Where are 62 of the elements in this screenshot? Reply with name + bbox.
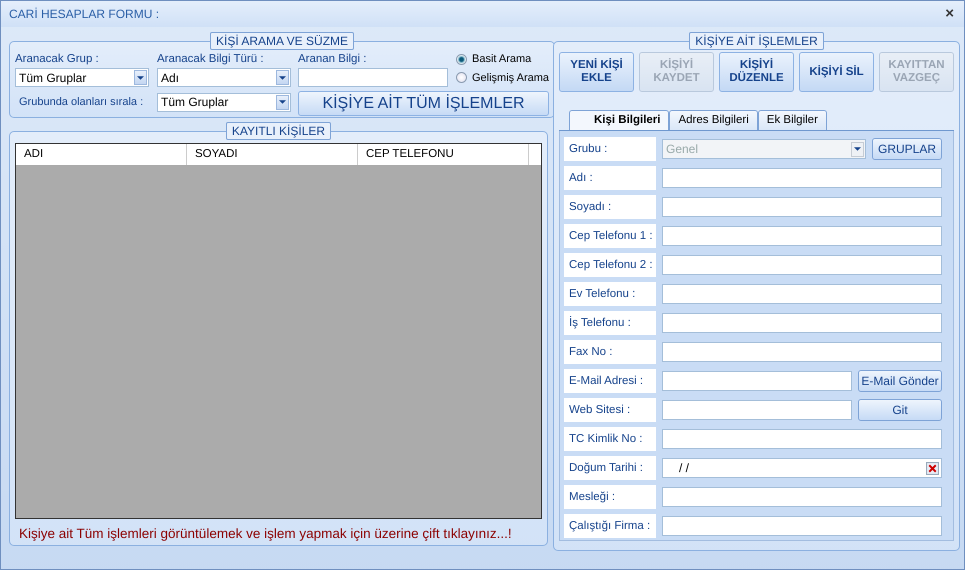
hint-text: Kişiye ait Tüm işlemleri görüntülemek ve işlem yapmak için üzerine çift tıklayınız...! xyxy=(18,525,513,541)
input-field[interactable] xyxy=(662,371,852,391)
column-header[interactable]: SOYADI xyxy=(187,144,358,165)
input-field[interactable] xyxy=(662,168,942,188)
radio-option[interactable]: Basit Arama xyxy=(456,53,550,65)
field-label: E-Mail Adresi : xyxy=(564,369,656,393)
group-title: KİŞİ ARAMA VE SÜZME xyxy=(210,32,354,50)
field-label: Mesleği : xyxy=(564,485,656,509)
tab[interactable]: Ek Bilgiler xyxy=(758,110,827,130)
close-button[interactable]: × xyxy=(943,7,956,21)
field-label: Doğum Tarihi : xyxy=(564,456,656,480)
dropdown[interactable]: Tüm Gruplar xyxy=(157,92,291,112)
group-title: KAYITLI KİŞİLER xyxy=(226,122,332,140)
field-label: Fax No : xyxy=(564,340,656,364)
field-label: Web Sitesi : xyxy=(564,398,656,422)
radio-button[interactable] xyxy=(456,54,467,64)
search-field[interactable] xyxy=(298,68,448,87)
field-label: İş Telefonu : xyxy=(564,311,656,335)
action-button[interactable]: KİŞİYİ SİL xyxy=(799,52,874,92)
clear-icon[interactable] xyxy=(926,462,939,474)
field-label: Aranan Bilgi : xyxy=(298,52,368,67)
window-title: CARİ HESAPLAR FORMU : xyxy=(9,7,160,21)
tab[interactable]: Adres Bilgileri xyxy=(669,110,758,130)
input-field[interactable] xyxy=(662,400,852,420)
field-label: Cep Telefonu 1 : xyxy=(564,224,656,248)
field-label: Cep Telefonu 2 : xyxy=(564,253,656,277)
all-actions-button[interactable]: KİŞİYE AİT TÜM İŞLEMLER xyxy=(298,91,550,116)
date-field[interactable]: / / xyxy=(662,458,942,478)
radio-option[interactable]: Gelişmiş Arama xyxy=(456,72,550,84)
caret-icon xyxy=(279,76,286,80)
field-label: Grubu : xyxy=(564,137,656,161)
field-label: Grubunda olanları sırala : xyxy=(18,95,144,110)
caret-icon xyxy=(279,100,286,104)
field-label: Ev Telefonu : xyxy=(564,282,656,306)
dropdown[interactable]: Tüm Gruplar xyxy=(15,68,149,87)
input-field[interactable] xyxy=(662,284,942,304)
input-field[interactable] xyxy=(662,342,942,362)
caret-icon xyxy=(137,76,144,80)
input-field[interactable] xyxy=(662,226,942,246)
input-field[interactable] xyxy=(662,197,942,217)
input-field[interactable] xyxy=(662,255,942,275)
input-field[interactable] xyxy=(662,313,942,333)
dropdown[interactable]: Adı xyxy=(157,68,291,87)
field-label: Adı : xyxy=(564,166,656,190)
field-label: Aranacak Grup : xyxy=(15,52,100,67)
action-button[interactable]: YENİ KİŞİ EKLE xyxy=(559,52,634,92)
input-field[interactable] xyxy=(662,516,942,536)
side-button[interactable]: E-Mail Gönder xyxy=(858,370,942,392)
field-label: TC Kimlik No : xyxy=(564,427,656,451)
tab[interactable]: Kişi Bilgileri xyxy=(569,110,670,130)
action-button[interactable]: KİŞİYİ DÜZENLE xyxy=(719,52,794,92)
side-button[interactable]: Git xyxy=(858,399,942,421)
group-title: KİŞİYE AİT İŞLEMLER xyxy=(689,32,824,50)
column-header[interactable]: ADI xyxy=(16,144,187,165)
input-field[interactable] xyxy=(662,487,942,507)
caret-icon xyxy=(854,147,861,151)
field-label: Aranacak Bilgi Türü : xyxy=(157,52,265,67)
field-label: Soyadı : xyxy=(564,195,656,219)
radio-button[interactable] xyxy=(456,72,467,83)
input-field[interactable] xyxy=(662,429,942,449)
field-label: Çalıştığı Firma : xyxy=(564,514,656,538)
column-header[interactable]: CEP TELEFONU xyxy=(358,144,529,165)
